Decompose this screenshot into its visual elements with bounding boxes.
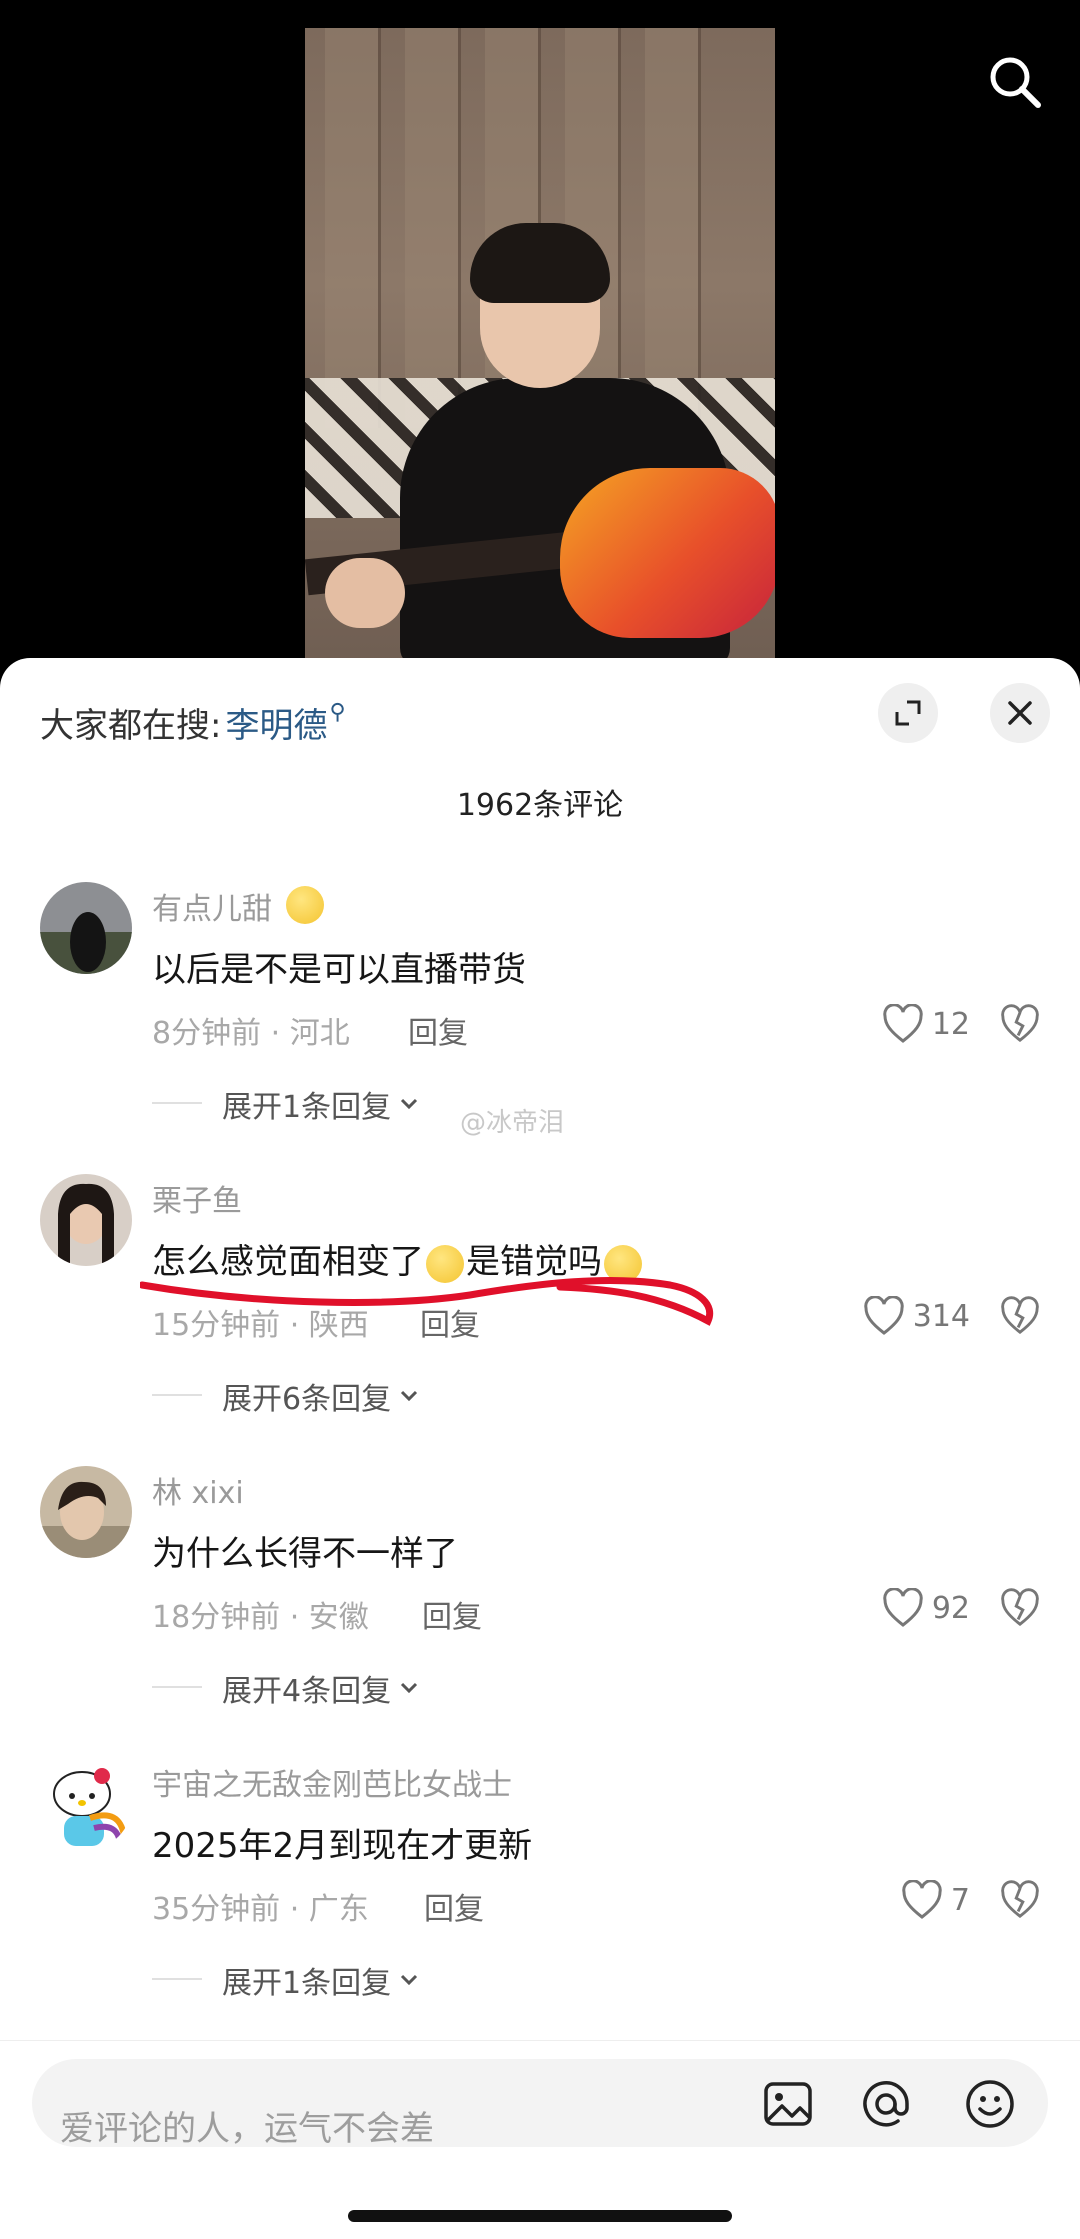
screen: 大家都在搜: 李明德 ⚲ 1962条评论 有点儿甜 以后是不是可以直播带货 8分… [0,0,1080,2239]
expand-replies-label: 展开1条回复 [222,1966,392,2001]
expand-replies-label: 展开6条回复 [222,1382,392,1417]
search-button[interactable] [985,52,1045,112]
close-icon [1008,701,1032,725]
expand-replies-label: 展开1条回复 [222,1090,392,1125]
image-icon[interactable] [760,2076,816,2132]
comment-username[interactable]: 栗子鱼 [152,1176,242,1220]
like-button[interactable]: 92 [882,1588,970,1628]
hot-search-prefix: 大家都在搜: [40,706,222,746]
comment-item: 宇宙之无敌金刚芭比女战士 2025年2月到现在才更新 35分钟前 · 广东 回复… [0,1758,1080,2038]
expand-replies-button[interactable]: 展开1条回复 [152,1958,421,2002]
like-count: 92 [931,1590,970,1626]
avatar[interactable] [40,882,132,974]
like-count: 314 [912,1298,970,1334]
avatar[interactable] [40,1758,132,1850]
reply-button[interactable]: 回复 [422,1592,482,1636]
emoji-icon[interactable] [962,2076,1018,2132]
reply-button[interactable]: 回复 [424,1884,484,1928]
like-button[interactable]: 12 [882,1004,970,1044]
video-wall-panel [325,28,381,428]
home-indicator[interactable] [348,2210,732,2222]
comment-meta: 35分钟前 · 广东 [152,1892,369,1927]
reply-button[interactable]: 回复 [420,1300,480,1344]
at-icon[interactable] [858,2076,914,2132]
heart-icon [902,1880,942,1919]
comment-content: 2025年2月到现在才更新 [152,1826,533,1866]
reply-button[interactable]: 回复 [408,1008,468,1052]
broken-heart-icon[interactable] [1000,1296,1040,1336]
video-wall-panel [645,28,701,428]
comment-content: 怎么感觉面相变了 是错觉吗 [152,1234,644,1283]
search-icon [990,57,1041,108]
video-wall-panel [405,28,461,428]
watermark: @冰帝泪 [460,1108,565,1138]
heart-icon [883,1004,923,1043]
expand-replies-label: 展开4条回复 [222,1674,392,1709]
close-button[interactable] [990,683,1050,743]
video-hand [325,558,405,628]
chevron-down-icon [401,1390,418,1402]
hot-search-bar[interactable]: 大家都在搜: 李明德 ⚲ [40,698,346,747]
expand-replies-button[interactable]: 展开4条回复 [152,1666,421,1710]
comment-item: 林 xixi 为什么长得不一样了 18分钟前 · 安徽 回复 92 展开4条回复 [0,1466,1080,1746]
like-button[interactable]: 7 [901,1880,970,1920]
comment-meta: 15分钟前 · 陕西 [152,1308,369,1343]
dizzy-emoji-icon [426,1244,464,1283]
comment-meta: 8分钟前 · 河北 [152,1016,350,1051]
comment-input-placeholder: 爱评论的人，运气不会差 [60,2109,434,2149]
broken-heart-icon[interactable] [1000,1004,1040,1044]
hot-search-term[interactable]: 李明德 [225,698,327,747]
comment-count: 1962条评论 [456,788,624,823]
comment-meta: 18分钟前 · 安徽 [152,1600,369,1635]
kiss-emoji-icon [286,886,324,924]
comment-item: 栗子鱼 怎么感觉面相变了 是错觉吗 15分钟前 · 陕西 回复 314 展开6条回… [0,1174,1080,1454]
broken-heart-icon[interactable] [1000,1880,1040,1920]
expand-replies-button[interactable]: 展开1条回复 [152,1082,421,1126]
chevron-down-icon [401,1682,418,1694]
comment-content-part: 怎么感觉面相变了 [152,1242,424,1282]
video-guitar-body [560,468,775,638]
heart-icon [864,1296,904,1335]
broken-heart-icon[interactable] [1000,1588,1040,1628]
video-person-hair [470,223,610,303]
like-count: 12 [931,1006,970,1042]
avatar[interactable] [40,1466,132,1558]
chevron-down-icon [401,1098,418,1110]
comment-content-part: 是错觉吗 [466,1242,602,1282]
video-player[interactable] [305,28,775,668]
expand-icon [895,700,921,726]
expand-button[interactable] [878,683,938,743]
comment-username[interactable]: 宇宙之无敌金刚芭比女战士 [152,1760,512,1804]
like-button[interactable]: 314 [863,1296,970,1336]
heart-icon [883,1588,923,1627]
avatar[interactable] [40,1174,132,1266]
expand-replies-button[interactable]: 展开6条回复 [152,1374,421,1418]
chevron-down-icon [401,1974,418,1986]
like-count: 7 [950,1882,970,1918]
comment-username[interactable]: 有点儿甜 [152,884,272,928]
comment-content: 以后是不是可以直播带货 [152,950,526,990]
comment-username[interactable]: 林 xixi [152,1468,244,1512]
dizzy-emoji-icon [604,1244,642,1283]
search-icon: ⚲ [329,700,346,725]
comment-content: 为什么长得不一样了 [152,1534,458,1574]
